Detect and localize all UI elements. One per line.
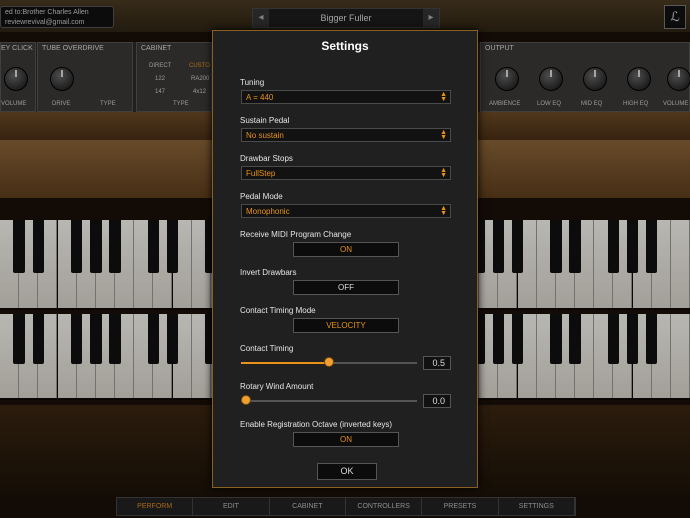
rotary-wind-label: Rotary Wind Amount bbox=[240, 382, 314, 391]
ok-button[interactable]: OK bbox=[317, 463, 377, 480]
invert-drawbars-label: Invert Drawbars bbox=[240, 268, 297, 277]
tuning-value: A = 440 bbox=[246, 93, 274, 102]
contact-timing-label: Contact Timing bbox=[240, 344, 294, 353]
receive-midi-label: Receive MIDI Program Change bbox=[240, 230, 352, 239]
sustain-pedal-value: No sustain bbox=[246, 131, 284, 140]
sustain-pedal-select[interactable]: No sustain ▲ ▼ bbox=[241, 128, 451, 142]
contact-timing-mode-toggle[interactable]: VELOCITY bbox=[293, 318, 399, 333]
drawbar-stops-select[interactable]: FullStep ▲ ▼ bbox=[241, 166, 451, 180]
tuning-select[interactable]: A = 440 ▲ ▼ bbox=[241, 90, 451, 104]
invert-drawbars-toggle[interactable]: OFF bbox=[293, 280, 399, 295]
select-arrows-icon: ▲ ▼ bbox=[440, 91, 447, 103]
drawbar-stops-label: Drawbar Stops bbox=[240, 154, 293, 163]
slider-thumb[interactable] bbox=[324, 357, 334, 367]
rotary-wind-slider[interactable] bbox=[241, 395, 417, 407]
settings-dialog: Settings Tuning A = 440 ▲ ▼ Sustain Pedal… bbox=[212, 30, 478, 488]
contact-timing-slider[interactable] bbox=[241, 357, 417, 369]
dialog-title: Settings bbox=[321, 39, 369, 53]
slider-thumb[interactable] bbox=[241, 395, 251, 405]
pedal-mode-label: Pedal Mode bbox=[240, 192, 283, 201]
contact-timing-mode-label: Contact Timing Mode bbox=[240, 306, 316, 315]
tuning-label: Tuning bbox=[240, 78, 265, 87]
slider-fill bbox=[241, 362, 329, 364]
pedal-mode-select[interactable]: Monophonic ▲ ▼ bbox=[241, 204, 451, 218]
drawbar-stops-value: FullStep bbox=[246, 169, 276, 178]
receive-midi-toggle[interactable]: ON bbox=[293, 242, 399, 257]
select-arrows-icon: ▲ ▼ bbox=[440, 205, 447, 217]
pedal-mode-value: Monophonic bbox=[246, 207, 290, 216]
slider-track bbox=[241, 400, 417, 402]
registration-octave-label: Enable Registration Octave (inverted key… bbox=[240, 420, 393, 429]
select-arrows-icon: ▲ ▼ bbox=[440, 129, 447, 141]
rotary-wind-value[interactable]: 0.0 bbox=[423, 394, 451, 408]
registration-octave-toggle[interactable]: ON bbox=[293, 432, 399, 447]
sustain-pedal-label: Sustain Pedal bbox=[240, 116, 290, 125]
contact-timing-value[interactable]: 0.5 bbox=[423, 356, 451, 370]
select-arrows-icon: ▲ ▼ bbox=[440, 167, 447, 179]
